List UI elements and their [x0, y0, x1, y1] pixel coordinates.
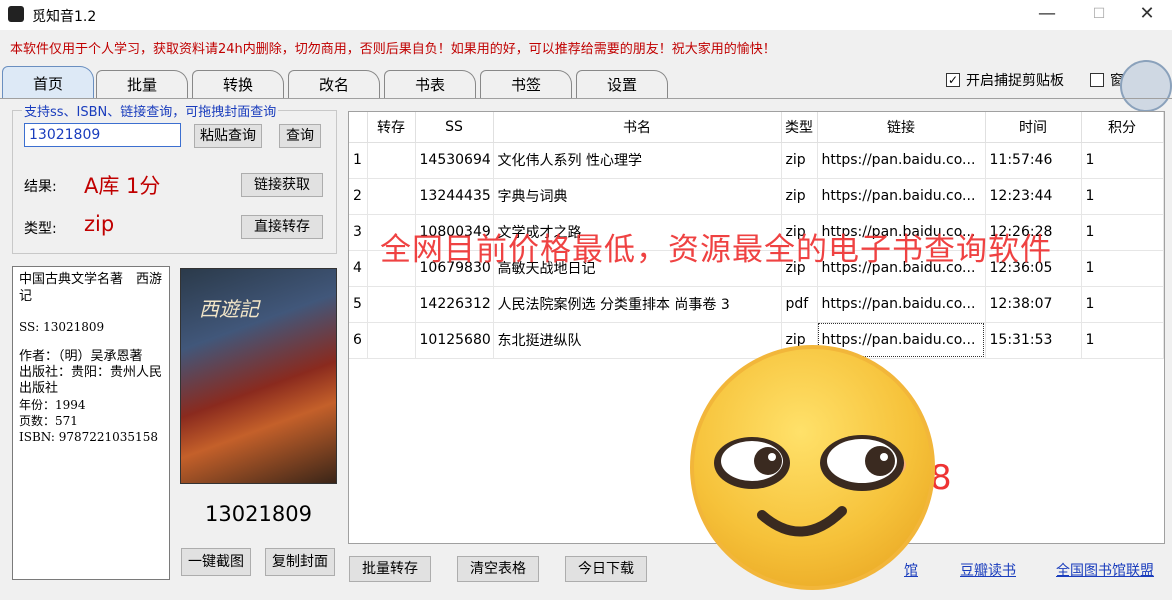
disclaimer-notice: 本软件仅用于个人学习，获取资料请24h内删除，切勿商用，否则后果自负！如果用的好… — [10, 42, 776, 57]
col-header-time[interactable]: 时间 — [985, 112, 1082, 143]
cover-ss-number: 13021809 — [205, 502, 312, 526]
app-icon — [8, 6, 24, 22]
tab-home[interactable]: 首页 — [2, 66, 94, 98]
col-header-save[interactable]: 转存 — [367, 112, 416, 143]
table-row[interactable]: 2 13244435 字典与词典 zip https://pan.baidu.c… — [349, 178, 1164, 215]
cover-title: 西遊記 — [199, 297, 259, 321]
tab-rename[interactable]: 改名 — [288, 70, 380, 98]
cell-title[interactable]: 字典与词典 — [493, 178, 782, 215]
smiley-sticker-icon — [690, 345, 935, 590]
cell-ss[interactable]: 10125680 — [415, 322, 494, 359]
col-header-points[interactable]: 积分 — [1081, 112, 1164, 143]
table-row[interactable]: 5 14226312 人民法院案例选 分类重排本 尚事卷 3 pdf https… — [349, 286, 1164, 323]
query-button[interactable]: 查询 — [279, 124, 321, 148]
query-group-legend: 支持ss、ISBN、链接查询，可拖拽封面查询 — [22, 101, 279, 120]
cell-ss[interactable]: 14530694 — [415, 142, 494, 179]
cell-points[interactable]: 1 — [1081, 322, 1164, 359]
close-button[interactable]: ✕ — [1124, 0, 1170, 30]
cell-ss[interactable]: 14226312 — [415, 286, 494, 323]
maximize-button[interactable]: ☐ — [1076, 0, 1122, 30]
cell-time[interactable]: 12:23:44 — [985, 178, 1082, 215]
query-input[interactable]: 13021809 — [24, 123, 181, 147]
batch-save-button[interactable]: 批量转存 — [349, 556, 431, 582]
type-value: zip — [84, 212, 115, 236]
tab-convert[interactable]: 转换 — [192, 70, 284, 98]
type-label: 类型: — [24, 221, 57, 237]
result-value: A库 1分 — [84, 174, 161, 198]
col-header-type[interactable]: 类型 — [781, 112, 818, 143]
cell-link[interactable]: https://pan.baidu.co... — [817, 286, 986, 323]
cell-save[interactable] — [367, 142, 416, 179]
result-label: 结果: — [24, 179, 57, 195]
cell-time[interactable]: 12:38:07 — [985, 286, 1082, 323]
cell-link[interactable]: https://pan.baidu.co... — [817, 178, 986, 215]
row-index: 5 — [349, 286, 368, 323]
book-pages: 页数：571 — [19, 414, 78, 428]
col-header-link[interactable]: 链接 — [817, 112, 986, 143]
douban-reading-link[interactable]: 豆瓣读书 — [960, 560, 1016, 580]
book-info-box: 中国古典文学名著 西游记 SS: 13021809 作者：（明）吴承恩著 出版社… — [12, 266, 170, 580]
cell-ss[interactable]: 13244435 — [415, 178, 494, 215]
tab-batch[interactable]: 批量 — [96, 70, 188, 98]
book-title: 中国古典文学名著 西游记 — [19, 272, 163, 304]
capture-clipboard-option[interactable]: ✓ 开启捕捉剪贴板 — [946, 70, 1064, 90]
col-header-ss[interactable]: SS — [415, 112, 494, 143]
title-bar: 觅知音1.2 — ☐ ✕ — [0, 0, 1172, 30]
cell-save[interactable] — [367, 286, 416, 323]
cell-points[interactable]: 1 — [1081, 286, 1164, 323]
cell-save[interactable] — [367, 178, 416, 215]
book-isbn: ISBN: 9787221035158 — [19, 430, 158, 444]
cell-save[interactable] — [367, 322, 416, 359]
col-header-index — [349, 112, 368, 143]
row-index: 2 — [349, 178, 368, 215]
promo-overlay-text: 全网目前价格最低，资源最全的电子书查询软件 — [380, 232, 1052, 268]
tab-panel-border — [0, 98, 1172, 99]
cell-type[interactable]: zip — [781, 178, 818, 215]
cell-points[interactable]: 1 — [1081, 142, 1164, 179]
cell-points[interactable]: 1 — [1081, 214, 1164, 251]
book-year: 年份：1994 — [19, 398, 86, 412]
table-row[interactable]: 1 14530694 文化伟人系列 性心理学 zip https://pan.b… — [349, 142, 1164, 179]
screenshot-button[interactable]: 一键截图 — [181, 548, 251, 576]
window-option[interactable]: 窗 — [1090, 70, 1124, 90]
tab-settings[interactable]: 设置 — [576, 70, 668, 98]
cell-type[interactable]: zip — [781, 142, 818, 179]
book-publisher: 出版社：贵阳：贵州人民出版社 — [19, 365, 163, 396]
window-option-checkbox[interactable] — [1090, 73, 1104, 87]
tab-book-list[interactable]: 书表 — [384, 70, 476, 98]
book-author: 作者：（明）吴承恩著 — [19, 349, 143, 364]
tab-bookmark[interactable]: 书签 — [480, 70, 572, 98]
clear-table-button[interactable]: 清空表格 — [457, 556, 539, 582]
cell-time[interactable]: 15:31:53 — [985, 322, 1082, 359]
cell-link[interactable]: https://pan.baidu.co... — [817, 142, 986, 179]
cell-points[interactable]: 1 — [1081, 250, 1164, 287]
cell-points[interactable]: 1 — [1081, 178, 1164, 215]
today-download-button[interactable]: 今日下载 — [565, 556, 647, 582]
row-index: 6 — [349, 322, 368, 359]
cell-title[interactable]: 人民法院案例选 分类重排本 尚事卷 3 — [493, 286, 782, 323]
minimize-button[interactable]: — — [1024, 0, 1070, 30]
window-title: 觅知音1.2 — [32, 9, 97, 25]
paste-query-button[interactable]: 粘贴查询 — [194, 124, 262, 148]
col-header-title[interactable]: 书名 — [493, 112, 782, 143]
row-index: 4 — [349, 250, 368, 287]
book-cover-image[interactable]: 西遊記 — [180, 268, 337, 484]
capture-clipboard-checkbox[interactable]: ✓ — [946, 73, 960, 87]
row-index: 3 — [349, 214, 368, 251]
book-ss: SS: 13021809 — [19, 320, 105, 334]
cell-type[interactable]: pdf — [781, 286, 818, 323]
link-fetch-button[interactable]: 链接获取 — [241, 173, 323, 197]
row-index: 1 — [349, 142, 368, 179]
direct-save-button[interactable]: 直接转存 — [241, 215, 323, 239]
copy-cover-button[interactable]: 复制封面 — [265, 548, 335, 576]
cell-title[interactable]: 文化伟人系列 性心理学 — [493, 142, 782, 179]
capture-clipboard-label: 开启捕捉剪贴板 — [966, 73, 1064, 89]
avatar — [1120, 60, 1172, 112]
cell-time[interactable]: 11:57:46 — [985, 142, 1082, 179]
national-library-alliance-link[interactable]: 全国图书馆联盟 — [1056, 560, 1154, 580]
